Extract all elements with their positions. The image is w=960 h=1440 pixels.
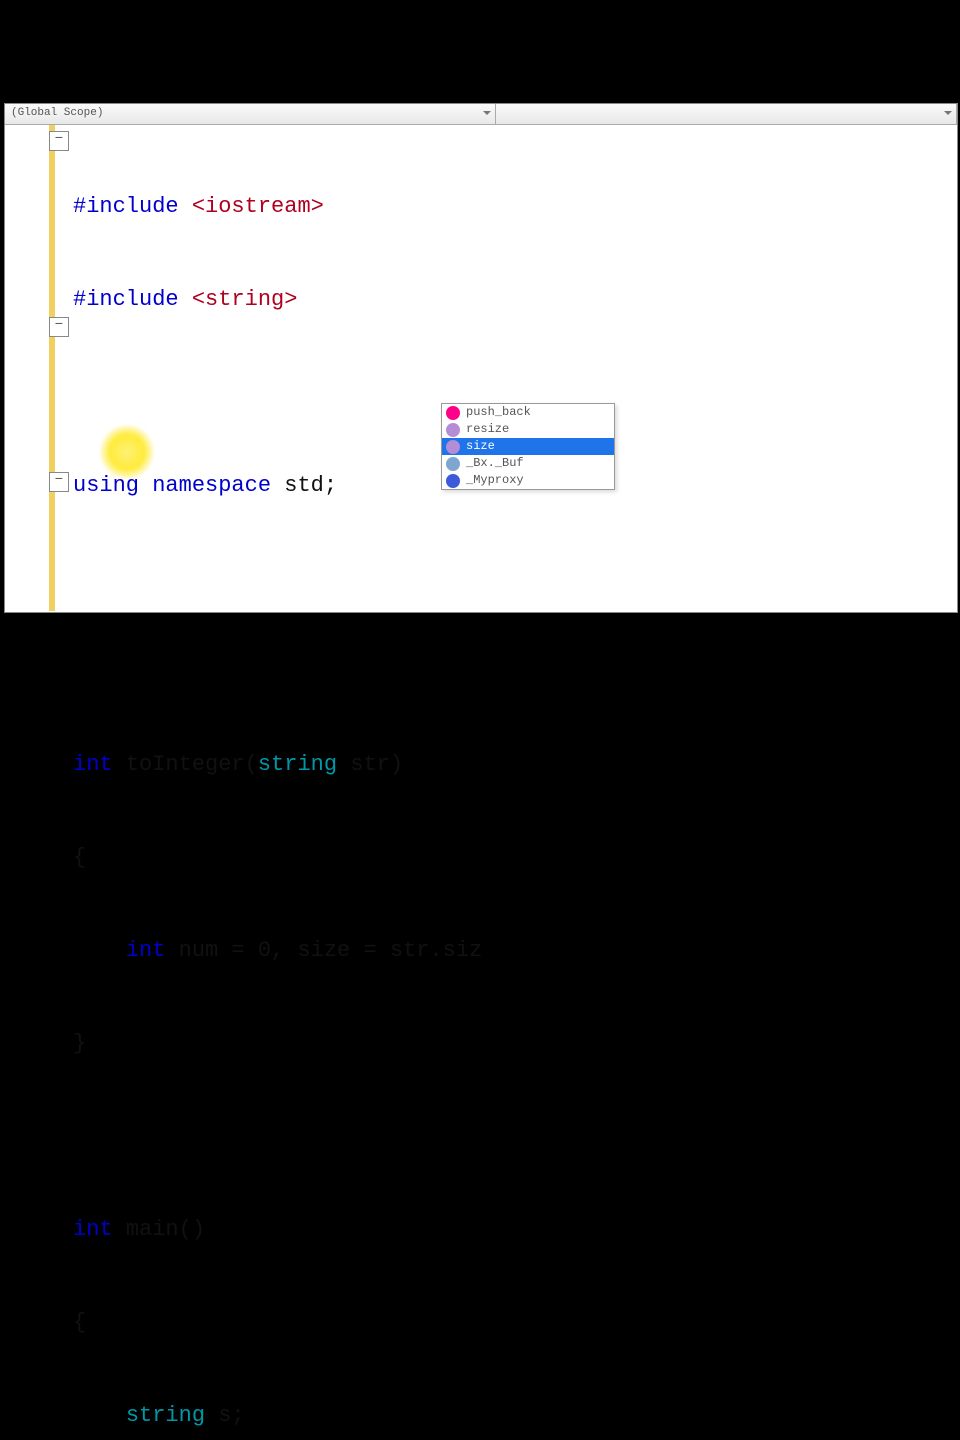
- code-line[interactable]: {: [55, 842, 484, 873]
- code-line[interactable]: #include <string>: [55, 284, 484, 315]
- scope-dropdown[interactable]: (Global Scope): [5, 104, 496, 124]
- method-icon: [446, 423, 460, 437]
- member-dropdown[interactable]: [496, 104, 957, 124]
- code-line[interactable]: int num = 0, size = str.siz: [55, 935, 484, 966]
- code-area[interactable]: #include <iostream> #include <string> us…: [55, 129, 484, 1440]
- property-icon: [446, 406, 460, 420]
- code-editor[interactable]: − − − #include <iostream> #include <stri…: [5, 125, 957, 611]
- intellisense-popup[interactable]: push_back resize size _Bx._Buf _Myproxy: [441, 403, 615, 490]
- code-line[interactable]: using namespace std;: [55, 470, 484, 501]
- code-line[interactable]: int toInteger(string str): [55, 749, 484, 780]
- intellisense-item[interactable]: _Myproxy: [442, 472, 614, 489]
- gutter: [5, 125, 50, 611]
- chevron-down-icon: [483, 111, 491, 115]
- editor-window: (Global Scope) − − − #include <iostream>…: [4, 103, 958, 613]
- intellisense-item[interactable]: resize: [442, 421, 614, 438]
- code-line[interactable]: }: [55, 1028, 484, 1059]
- fold-toggle[interactable]: −: [49, 317, 69, 337]
- scope-label: (Global Scope): [11, 107, 103, 119]
- code-line[interactable]: [55, 563, 484, 594]
- namespace-icon: [446, 474, 460, 488]
- field-icon: [446, 457, 460, 471]
- intellisense-item[interactable]: _Bx._Buf: [442, 455, 614, 472]
- fold-toggle[interactable]: −: [49, 131, 69, 151]
- code-line[interactable]: [55, 1121, 484, 1152]
- intellisense-item-selected[interactable]: size: [442, 438, 614, 455]
- fold-toggle[interactable]: −: [49, 472, 69, 492]
- code-line[interactable]: [55, 377, 484, 408]
- code-line[interactable]: {: [55, 1307, 484, 1338]
- chevron-down-icon: [944, 111, 952, 115]
- code-line[interactable]: [55, 656, 484, 687]
- code-line[interactable]: string s;: [55, 1400, 484, 1431]
- code-line[interactable]: #include <iostream>: [55, 191, 484, 222]
- intellisense-item[interactable]: push_back: [442, 404, 614, 421]
- navigation-bar: (Global Scope): [5, 104, 957, 125]
- text-caret: [482, 939, 484, 963]
- method-icon: [446, 440, 460, 454]
- code-line[interactable]: int main(): [55, 1214, 484, 1245]
